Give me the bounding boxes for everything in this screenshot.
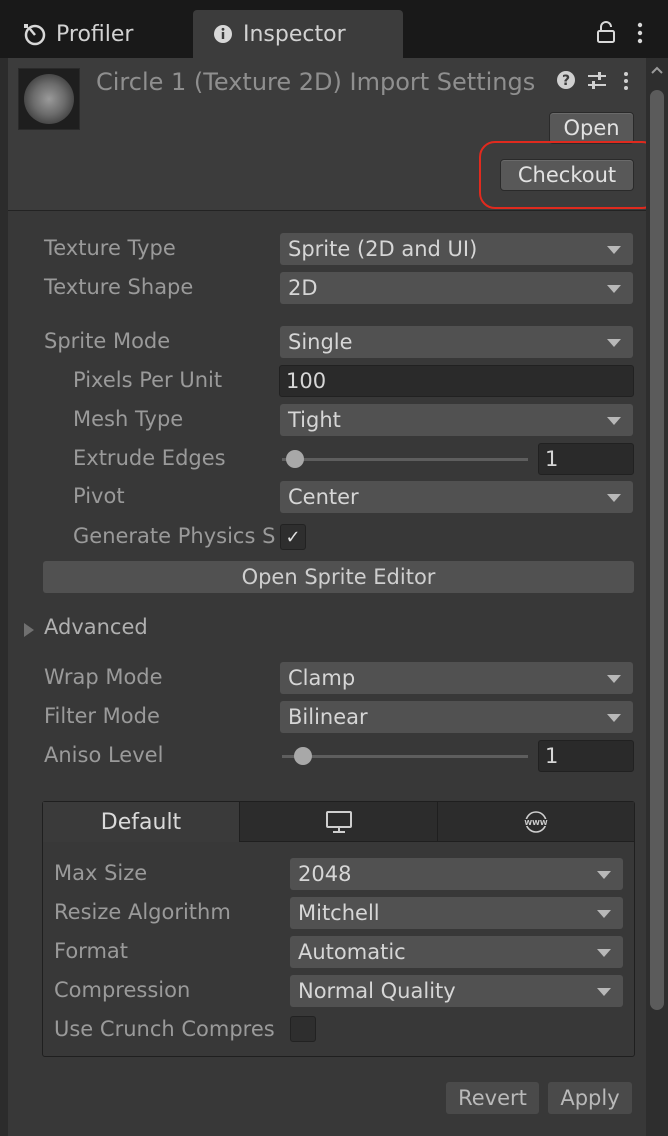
lock-icon[interactable] bbox=[596, 21, 616, 43]
tab-inspector-label: Inspector bbox=[243, 21, 346, 47]
pivot-value: Center bbox=[288, 485, 359, 509]
dropdown-arrow-icon bbox=[607, 246, 621, 254]
tab-profiler[interactable]: Profiler bbox=[22, 10, 133, 58]
pivot-dropdown[interactable]: Center bbox=[280, 481, 633, 513]
scrollbar-thumb[interactable] bbox=[650, 90, 664, 1010]
profiler-icon bbox=[24, 24, 46, 46]
max-size-label: Max Size bbox=[54, 861, 148, 885]
pivot-label: Pivot bbox=[73, 484, 125, 508]
generate-physics-shape-checkbox[interactable]: ✓ bbox=[280, 524, 306, 550]
tab-standalone-platform[interactable] bbox=[240, 802, 438, 842]
sprite-mode-label: Sprite Mode bbox=[44, 329, 171, 353]
generate-physics-shape-label: Generate Physics S bbox=[73, 524, 275, 548]
compression-value: Normal Quality bbox=[298, 979, 456, 1003]
help-icon[interactable]: ? bbox=[556, 70, 576, 95]
pixels-per-unit-field[interactable]: 100 bbox=[279, 365, 634, 397]
format-dropdown[interactable]: Automatic bbox=[290, 936, 623, 968]
filter-mode-label: Filter Mode bbox=[44, 704, 160, 728]
svg-text:WWW: WWW bbox=[524, 819, 547, 827]
texture-type-value: Sprite (2D and UI) bbox=[288, 237, 478, 261]
compression-label: Compression bbox=[54, 978, 191, 1002]
dropdown-arrow-icon bbox=[597, 910, 611, 918]
wrap-mode-label: Wrap Mode bbox=[44, 665, 163, 689]
panel-left-border bbox=[0, 58, 8, 1136]
texture-shape-dropdown[interactable]: 2D bbox=[280, 272, 633, 304]
extrude-edges-field[interactable]: 1 bbox=[538, 443, 634, 475]
texture-shape-value: 2D bbox=[288, 276, 318, 300]
mesh-type-value: Tight bbox=[288, 408, 341, 432]
max-size-dropdown[interactable]: 2048 bbox=[290, 858, 623, 890]
dropdown-arrow-icon bbox=[597, 949, 611, 957]
wrap-mode-dropdown[interactable]: Clamp bbox=[280, 662, 633, 694]
format-value: Automatic bbox=[298, 940, 406, 964]
pixels-per-unit-label: Pixels Per Unit bbox=[73, 368, 223, 392]
aniso-level-slider-track[interactable] bbox=[282, 755, 528, 758]
tab-inspector[interactable]: Inspector bbox=[193, 10, 403, 58]
compression-dropdown[interactable]: Normal Quality bbox=[290, 975, 623, 1007]
mesh-type-dropdown[interactable]: Tight bbox=[280, 404, 633, 436]
extrude-edges-slider-handle[interactable] bbox=[286, 450, 304, 468]
texture-shape-label: Texture Shape bbox=[44, 275, 194, 299]
texture-preview-image bbox=[24, 74, 74, 124]
extrude-edges-slider-track[interactable] bbox=[282, 458, 528, 461]
tab-default-platform[interactable]: Default bbox=[43, 802, 240, 842]
open-button[interactable]: Open bbox=[549, 112, 634, 144]
advanced-foldout[interactable]: Advanced bbox=[44, 615, 148, 639]
monitor-icon bbox=[325, 811, 352, 833]
checkmark-icon: ✓ bbox=[285, 526, 301, 548]
sprite-mode-value: Single bbox=[288, 330, 353, 354]
sprite-mode-dropdown[interactable]: Single bbox=[280, 326, 633, 358]
texture-type-label: Texture Type bbox=[44, 236, 176, 260]
preset-icon[interactable] bbox=[586, 71, 608, 91]
svg-text:?: ? bbox=[562, 73, 570, 89]
header-more-icon[interactable] bbox=[622, 71, 630, 91]
tab-profiler-label: Profiler bbox=[56, 21, 134, 47]
extrude-edges-label: Extrude Edges bbox=[73, 446, 226, 470]
max-size-value: 2048 bbox=[298, 862, 352, 886]
aniso-level-label: Aniso Level bbox=[44, 743, 164, 767]
filter-mode-dropdown[interactable]: Bilinear bbox=[280, 701, 633, 733]
apply-button[interactable]: Apply bbox=[548, 1082, 632, 1114]
page-title: Circle 1 (Texture 2D) Import Settings bbox=[96, 68, 536, 96]
tab-web-platform[interactable]: WWW bbox=[438, 802, 634, 842]
checkout-highlight bbox=[479, 141, 658, 209]
resize-algorithm-label: Resize Algorithm bbox=[54, 900, 231, 924]
more-options-icon[interactable] bbox=[636, 22, 644, 44]
format-label: Format bbox=[54, 939, 129, 963]
texture-type-dropdown[interactable]: Sprite (2D and UI) bbox=[280, 233, 633, 265]
filter-mode-value: Bilinear bbox=[288, 705, 368, 729]
scroll-up-arrow-icon[interactable] bbox=[650, 64, 664, 78]
aniso-level-slider-handle[interactable] bbox=[294, 747, 312, 765]
resize-algorithm-value: Mitchell bbox=[298, 901, 380, 925]
mesh-type-label: Mesh Type bbox=[73, 407, 184, 431]
dropdown-arrow-icon bbox=[597, 871, 611, 879]
open-sprite-editor-button[interactable]: Open Sprite Editor bbox=[43, 561, 634, 593]
dropdown-arrow-icon bbox=[607, 339, 621, 347]
dropdown-arrow-icon bbox=[607, 285, 621, 293]
resize-algorithm-dropdown[interactable]: Mitchell bbox=[290, 897, 623, 929]
use-crunch-compression-checkbox[interactable] bbox=[290, 1016, 316, 1042]
dropdown-arrow-icon bbox=[607, 417, 621, 425]
aniso-level-field[interactable]: 1 bbox=[538, 740, 634, 772]
dropdown-arrow-icon bbox=[607, 675, 621, 683]
www-icon: WWW bbox=[523, 811, 549, 833]
dropdown-arrow-icon bbox=[607, 714, 621, 722]
dropdown-arrow-icon bbox=[607, 494, 621, 502]
dropdown-arrow-icon bbox=[597, 988, 611, 996]
revert-button[interactable]: Revert bbox=[446, 1082, 539, 1114]
info-icon bbox=[214, 25, 232, 43]
advanced-foldout-arrow-icon[interactable] bbox=[22, 619, 36, 643]
wrap-mode-value: Clamp bbox=[288, 666, 356, 690]
use-crunch-compression-label: Use Crunch Compres bbox=[54, 1017, 275, 1041]
